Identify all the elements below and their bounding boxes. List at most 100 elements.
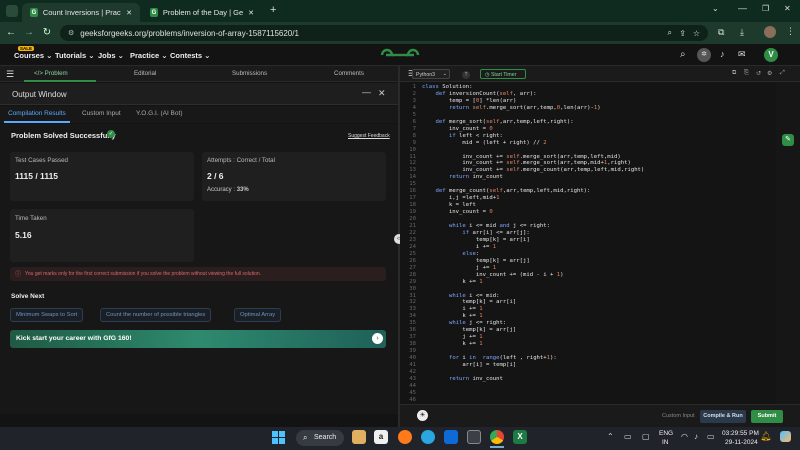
tab-comments[interactable]: Comments bbox=[334, 70, 364, 77]
windows-start-icon[interactable] bbox=[272, 431, 286, 445]
close-icon[interactable]: ✕ bbox=[126, 9, 132, 17]
tab-editorial[interactable]: Editorial bbox=[134, 70, 156, 77]
nav-jobs[interactable]: Jobs ⌄ bbox=[98, 51, 124, 60]
close-icon[interactable]: ✕ bbox=[248, 9, 254, 17]
site-navbar: SALE Courses ⌄ Tutorials ⌄ Jobs ⌄ Practi… bbox=[0, 44, 800, 66]
amazon-app-icon[interactable]: a bbox=[374, 430, 388, 444]
photos-icon[interactable] bbox=[467, 430, 481, 444]
user-avatar[interactable]: V bbox=[764, 48, 778, 62]
custom-input-button[interactable]: Custom Input bbox=[662, 413, 695, 419]
tab-list-icon[interactable]: ⌄ bbox=[712, 4, 719, 13]
solve-next-count-triangles[interactable]: Count the number of possible triangles bbox=[100, 308, 212, 322]
nav-practice[interactable]: Practice ⌄ bbox=[130, 51, 168, 60]
timer-label: Start Timer bbox=[490, 71, 517, 78]
line-number: 27 bbox=[409, 264, 416, 271]
theme-toggle-icon[interactable]: ✲ bbox=[697, 48, 711, 62]
output-window-title: Output Window bbox=[12, 90, 67, 99]
submit-button[interactable]: Submit bbox=[751, 410, 783, 423]
tab-custom-input[interactable]: Custom Input bbox=[82, 110, 121, 117]
dropbox-icon[interactable] bbox=[444, 430, 458, 444]
suggest-feedback-link[interactable]: Suggest Feedback bbox=[348, 133, 390, 139]
zoom-icon[interactable]: ⌕ bbox=[668, 28, 672, 38]
search-icon[interactable]: ⌕ bbox=[680, 49, 686, 60]
help-icon[interactable]: ? bbox=[462, 71, 470, 79]
ai-chat-icon[interactable]: ✎ bbox=[782, 134, 794, 146]
firefox-icon[interactable] bbox=[398, 430, 412, 444]
close-panel-icon[interactable]: ✕ bbox=[378, 88, 386, 99]
maximize-icon[interactable]: ❐ bbox=[762, 4, 769, 13]
volume-icon[interactable]: ♪ bbox=[694, 432, 698, 441]
tab-search-icon[interactable] bbox=[6, 5, 18, 17]
battery-icon[interactable]: ▭ bbox=[707, 432, 715, 441]
browser-tab[interactable]: G Problem of the Day | GeeksforG ✕ bbox=[142, 3, 262, 22]
reset-icon[interactable]: ↺ bbox=[756, 70, 761, 77]
keyboard-icon[interactable]: ▭ bbox=[624, 432, 632, 441]
solve-next-optimal-array[interactable]: Optimal Array bbox=[234, 308, 282, 322]
settings-icon[interactable]: ⚙ bbox=[767, 70, 772, 77]
forward-icon[interactable]: → bbox=[22, 27, 36, 38]
edge-icon[interactable] bbox=[421, 430, 435, 444]
gfg-logo-icon[interactable] bbox=[378, 48, 422, 62]
code-line: j += 1 bbox=[422, 334, 483, 341]
nav-courses[interactable]: Courses ⌄ bbox=[14, 51, 52, 60]
code-line: temp = [0] *len(arr) bbox=[422, 97, 517, 104]
code-line: inv_count = 0 bbox=[422, 125, 493, 132]
line-number: 12 bbox=[409, 160, 416, 167]
menu-icon[interactable]: ⋮ bbox=[786, 26, 795, 37]
tab-yogi-ai-bot[interactable]: Y.O.G.I. (AI Bot) bbox=[136, 110, 182, 117]
wifi-icon[interactable]: ◠ bbox=[681, 432, 688, 441]
code-line: while j <= right: bbox=[448, 320, 507, 327]
start-timer-button[interactable]: ◷ Start Timer bbox=[480, 69, 526, 79]
line-number: 42 bbox=[409, 368, 416, 375]
bookmark-star-icon[interactable]: ☆ bbox=[693, 29, 700, 38]
share-icon[interactable]: ⇪ bbox=[679, 29, 686, 38]
nav-contests[interactable]: Contests ⌄ bbox=[170, 51, 210, 60]
line-number: 44 bbox=[409, 382, 416, 389]
language-region[interactable]: IN bbox=[662, 439, 669, 446]
gfg160-banner[interactable]: Kick start your career with GfG 160! › bbox=[10, 330, 386, 348]
chrome-icon[interactable] bbox=[490, 430, 504, 444]
copy-code-icon[interactable]: ⎘ bbox=[744, 70, 749, 77]
back-icon[interactable]: ← bbox=[4, 27, 18, 38]
clock-date[interactable]: 29-11-2024 bbox=[725, 439, 758, 446]
fullscreen-icon[interactable]: ⤢ bbox=[780, 70, 785, 77]
browser-tab-active[interactable]: G Count Inversions | Practice | Ge ✕ bbox=[22, 3, 140, 22]
reload-icon[interactable]: ↻ bbox=[40, 27, 54, 38]
copy-icon[interactable]: ⧉ bbox=[732, 70, 736, 77]
copilot-icon[interactable] bbox=[780, 431, 791, 442]
site-info-icon[interactable]: ⚙ bbox=[68, 29, 74, 37]
chat-icon[interactable]: ✉ bbox=[738, 49, 746, 60]
test-cases-label: Test Cases Passed bbox=[15, 157, 68, 164]
profile-avatar[interactable] bbox=[764, 26, 776, 38]
window-close-icon[interactable]: ✕ bbox=[784, 4, 791, 13]
line-number: 36 bbox=[409, 327, 416, 334]
language-code[interactable]: ENG bbox=[659, 430, 673, 437]
code-line: i += 1 bbox=[422, 243, 497, 250]
file-explorer-icon[interactable] bbox=[352, 430, 366, 444]
url-field[interactable]: ⚙ geeksforgeeks.org/problems/inversion-o… bbox=[60, 25, 708, 41]
line-number: 26 bbox=[409, 257, 416, 264]
code-editor[interactable]: 1 class Solution: 2 def inversionCount(sel… bbox=[400, 82, 776, 404]
tab-compilation-results[interactable]: Compilation Results bbox=[8, 110, 66, 117]
language-select[interactable]: Python3 ⌄ bbox=[412, 69, 450, 79]
monitor-icon[interactable]: ▢ bbox=[642, 432, 650, 441]
nav-tutorials[interactable]: Tutorials ⌄ bbox=[55, 51, 94, 60]
downloads-icon[interactable]: ⤓ bbox=[740, 27, 744, 38]
minimize-panel-icon[interactable]: — bbox=[362, 87, 371, 97]
tray-overflow-icon[interactable]: ⌃ bbox=[607, 432, 614, 441]
excel-icon[interactable]: X bbox=[513, 430, 527, 444]
compile-run-button[interactable]: Compile & Run bbox=[700, 410, 746, 423]
sun-theme-icon[interactable]: ☀ bbox=[417, 410, 428, 421]
minimize-icon[interactable]: — bbox=[738, 3, 747, 13]
arrow-right-icon[interactable]: › bbox=[372, 333, 383, 344]
tab-problem[interactable]: </> Problem bbox=[34, 70, 68, 77]
extensions-icon[interactable]: ⧉ bbox=[718, 27, 724, 38]
notification-bell-icon[interactable]: ♪ bbox=[720, 49, 725, 59]
tab-submissions[interactable]: Submissions bbox=[232, 70, 267, 77]
new-tab-icon[interactable]: + bbox=[270, 4, 276, 16]
notification-bell-icon[interactable]: 🔔︎ bbox=[760, 431, 771, 442]
hamburger-icon[interactable]: ☰ bbox=[6, 69, 14, 80]
solve-next-minimum-swaps[interactable]: Minimum Swaps to Sort bbox=[10, 308, 84, 322]
clock-time[interactable]: 03:29:55 PM bbox=[722, 430, 759, 437]
taskbar-search[interactable]: ⌕ Search bbox=[296, 430, 344, 446]
